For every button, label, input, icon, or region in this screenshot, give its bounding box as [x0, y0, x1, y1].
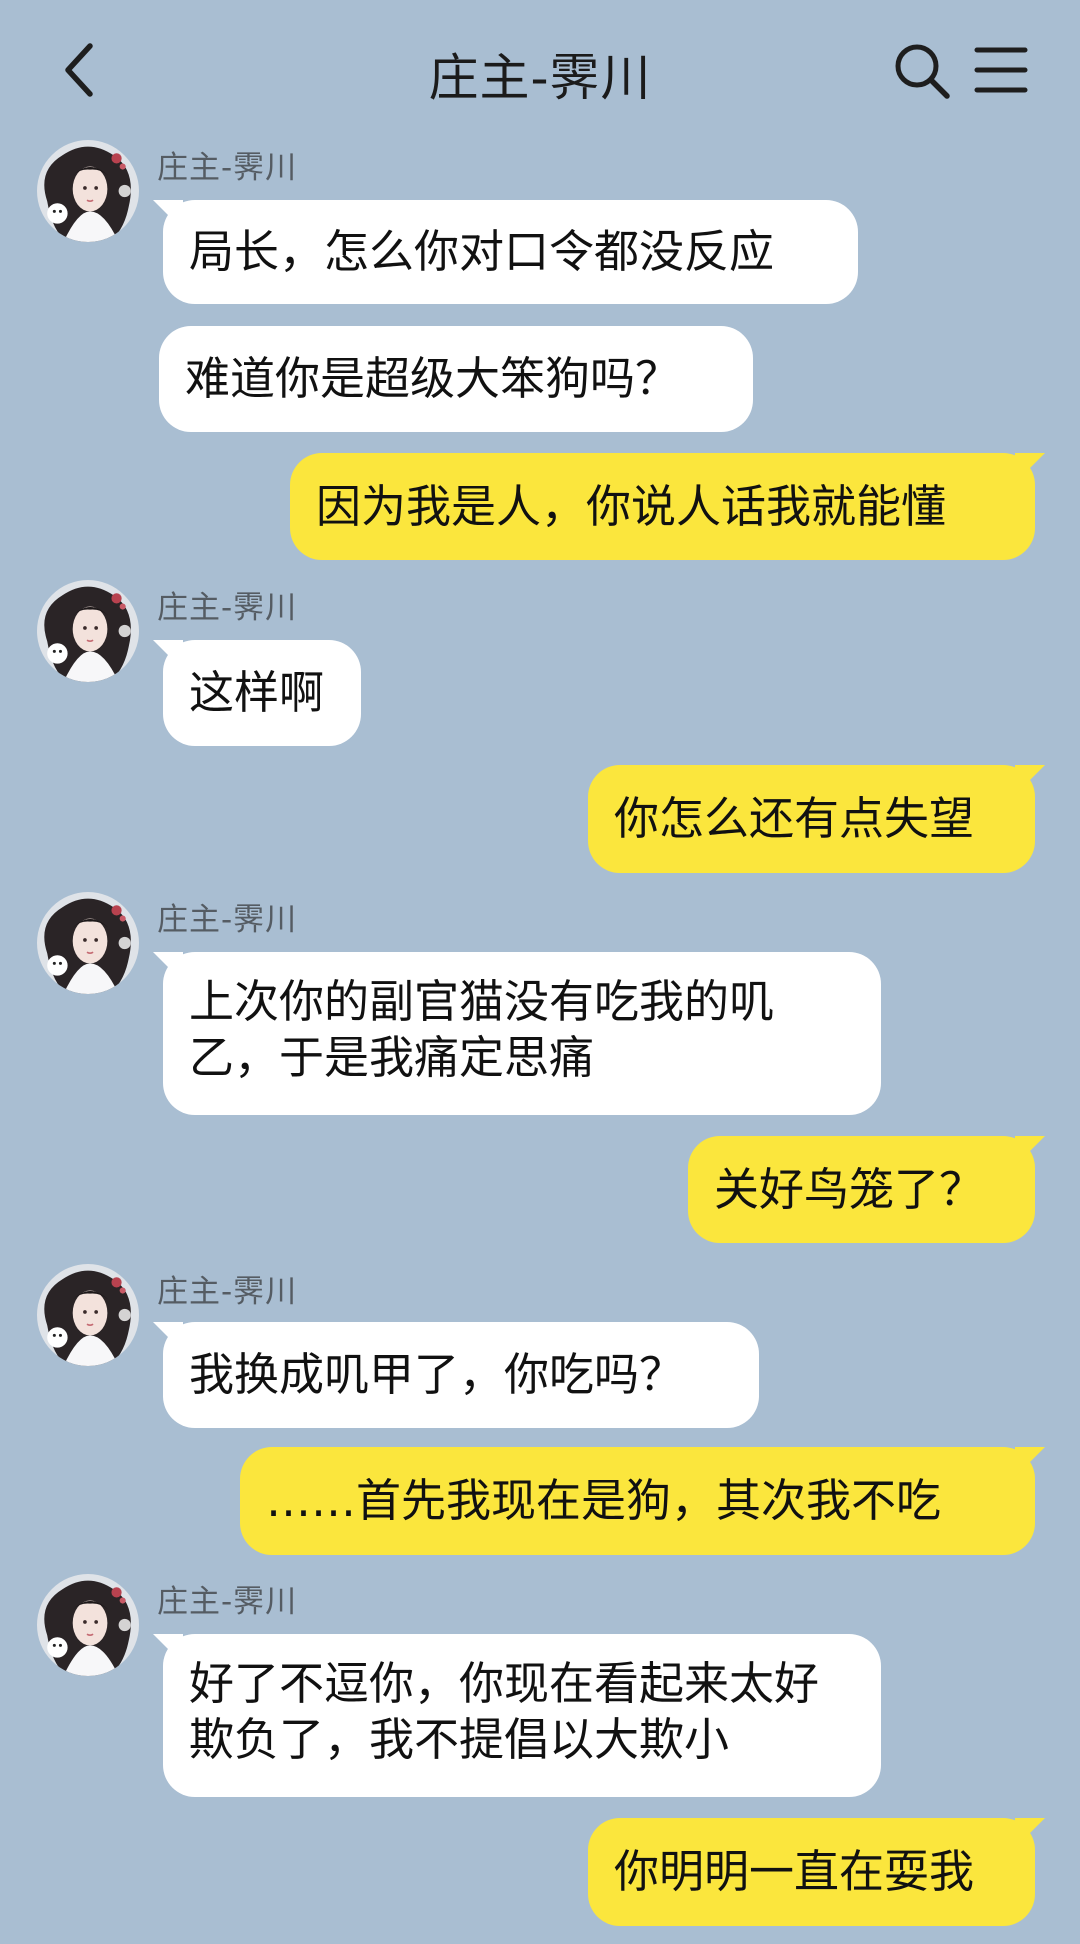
- message-bubble-incoming[interactable]: 局长，怎么你对口令都没反应: [153, 200, 858, 304]
- menu-button[interactable]: [974, 45, 1028, 95]
- message-text: 这样啊: [189, 666, 325, 719]
- message-text: 我换成叽甲了，你吃吗？: [189, 1348, 685, 1401]
- message-bubble-outgoing[interactable]: 因为我是人，你说人话我就能懂: [290, 453, 1045, 560]
- message-text: 关好鸟笼了？: [714, 1162, 985, 1216]
- avatar[interactable]: [37, 580, 139, 682]
- sender-name: 庄主-霁川: [157, 590, 298, 626]
- avatar[interactable]: [37, 1264, 139, 1366]
- message-text: 你明明一直在耍我: [614, 1845, 975, 1898]
- search-button[interactable]: [893, 42, 951, 100]
- message-text: 上次你的副官猫没有吃我的叽乙，于是我痛定思痛: [189, 975, 775, 1084]
- avatar[interactable]: [37, 140, 139, 242]
- message-bubble-incoming[interactable]: 这样啊: [153, 640, 361, 746]
- message-bubble-outgoing[interactable]: ……首先我现在是狗，其次我不吃: [240, 1447, 1045, 1555]
- message-bubble-incoming[interactable]: 好了不逗你，你现在看起来太好欺负了，我不提倡以大欺小: [153, 1634, 881, 1797]
- chat-header: 庄主-霁川: [0, 0, 1080, 140]
- message-text: ……首先我现在是狗，其次我不吃: [266, 1474, 942, 1527]
- avatar[interactable]: [37, 892, 139, 994]
- message-bubble-incoming[interactable]: 我换成叽甲了，你吃吗？: [153, 1322, 759, 1428]
- menu-icon: [974, 47, 1028, 93]
- message-text: 好了不逗你，你现在看起来太好欺负了，我不提倡以大欺小: [189, 1657, 820, 1766]
- message-text: 难道你是超级大笨狗吗？: [185, 352, 681, 405]
- message-bubble-outgoing[interactable]: 你怎么还有点失望: [588, 765, 1045, 873]
- sender-name: 庄主-霁川: [157, 150, 298, 186]
- search-icon: [895, 44, 950, 99]
- sender-name: 庄主-霁川: [157, 1274, 298, 1310]
- message-bubble-outgoing[interactable]: 关好鸟笼了？: [688, 1136, 1045, 1243]
- sender-name: 庄主-霁川: [157, 1584, 298, 1620]
- avatar[interactable]: [37, 1574, 139, 1676]
- message-bubble-incoming[interactable]: 上次你的副官猫没有吃我的叽乙，于是我痛定思痛: [153, 952, 881, 1115]
- sender-name: 庄主-霁川: [157, 902, 298, 938]
- message-text: 因为我是人，你说人话我就能懂: [316, 479, 947, 533]
- message-text: 局长，怎么你对口令都没反应: [189, 225, 775, 278]
- message-bubble-incoming[interactable]: 难道你是超级大笨狗吗？: [159, 326, 753, 432]
- message-bubble-outgoing[interactable]: 你明明一直在耍我: [588, 1818, 1045, 1926]
- message-text: 你怎么还有点失望: [614, 792, 975, 845]
